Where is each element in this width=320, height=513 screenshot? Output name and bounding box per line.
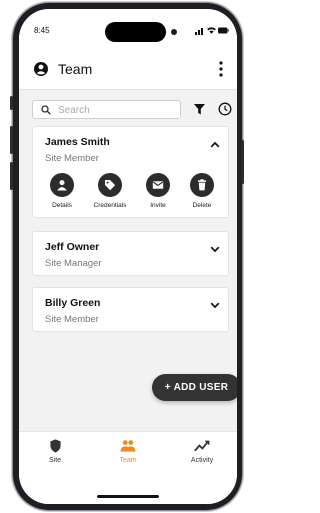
- status-time: 8:45: [34, 26, 50, 35]
- app-header: Team: [19, 49, 237, 90]
- chevron-down-icon[interactable]: [210, 302, 220, 309]
- member-name: James Smith: [45, 136, 110, 148]
- invite-label: Invite: [150, 202, 166, 209]
- more-vertical-icon[interactable]: [218, 60, 224, 78]
- credentials-action[interactable]: Credentials: [85, 173, 135, 209]
- history-icon[interactable]: [218, 102, 232, 116]
- account-circle-icon: [34, 62, 48, 76]
- nav-label-activity: Activity: [190, 457, 214, 464]
- camera-dot: [171, 29, 177, 35]
- page-title: Team: [58, 61, 93, 77]
- phone-volume-down-button: [10, 162, 13, 190]
- tag-icon: [105, 180, 116, 191]
- invite-button[interactable]: [146, 173, 170, 197]
- phone-power-button: [241, 140, 244, 184]
- nav-item-activity[interactable]: Activity: [172, 439, 232, 464]
- details-label: Details: [52, 202, 72, 209]
- member-actions: Details Credentials Invite Delete: [33, 173, 230, 213]
- member-card-james-smith[interactable]: James Smith Site Member Details Credenti…: [32, 126, 229, 218]
- member-role: Site Manager: [45, 258, 102, 269]
- search-icon: [41, 105, 51, 115]
- trash-icon: [198, 179, 206, 191]
- member-role: Site Member: [45, 314, 99, 325]
- search-box[interactable]: [32, 100, 181, 119]
- member-card-billy-green[interactable]: Billy Green Site Member: [32, 287, 229, 332]
- phone-side-button: [10, 96, 13, 110]
- nav-item-team[interactable]: Team: [98, 439, 158, 464]
- filter-icon[interactable]: [194, 104, 205, 115]
- home-indicator: [97, 495, 159, 498]
- nav-label-team: Team: [119, 457, 137, 464]
- nav-label-site: Site: [48, 457, 62, 464]
- group-icon: [120, 440, 136, 452]
- activity-icon: [194, 440, 210, 452]
- status-icons: [195, 27, 229, 35]
- status-bar: 8:45: [19, 9, 237, 49]
- phone-volume-up-button: [10, 126, 13, 154]
- person-icon: [57, 180, 67, 191]
- search-input[interactable]: [58, 103, 176, 117]
- chevron-down-icon[interactable]: [210, 246, 220, 253]
- credentials-label: Credentials: [93, 202, 127, 209]
- member-card-jeff-owner[interactable]: Jeff Owner Site Manager: [32, 231, 229, 276]
- delete-label: Delete: [192, 202, 212, 209]
- member-name: Billy Green: [45, 297, 101, 309]
- member-role: Site Member: [45, 153, 99, 164]
- dynamic-island: [105, 22, 177, 42]
- chevron-up-icon[interactable]: [210, 141, 220, 148]
- add-user-button[interactable]: + ADD USER: [152, 374, 237, 401]
- member-name: Jeff Owner: [45, 241, 100, 253]
- mail-icon: [152, 181, 164, 189]
- bottom-nav: Site Team Activity: [19, 431, 237, 504]
- credentials-button[interactable]: [98, 173, 122, 197]
- nav-item-site[interactable]: Site: [25, 439, 85, 464]
- details-action[interactable]: Details: [37, 173, 87, 209]
- delete-button[interactable]: [190, 173, 214, 197]
- details-button[interactable]: [50, 173, 74, 197]
- shield-icon: [49, 439, 61, 453]
- app-screen: 8:45 Team Search James Smith Site Member…: [19, 9, 237, 504]
- invite-action[interactable]: Invite: [133, 173, 183, 209]
- delete-action[interactable]: Delete: [177, 173, 227, 209]
